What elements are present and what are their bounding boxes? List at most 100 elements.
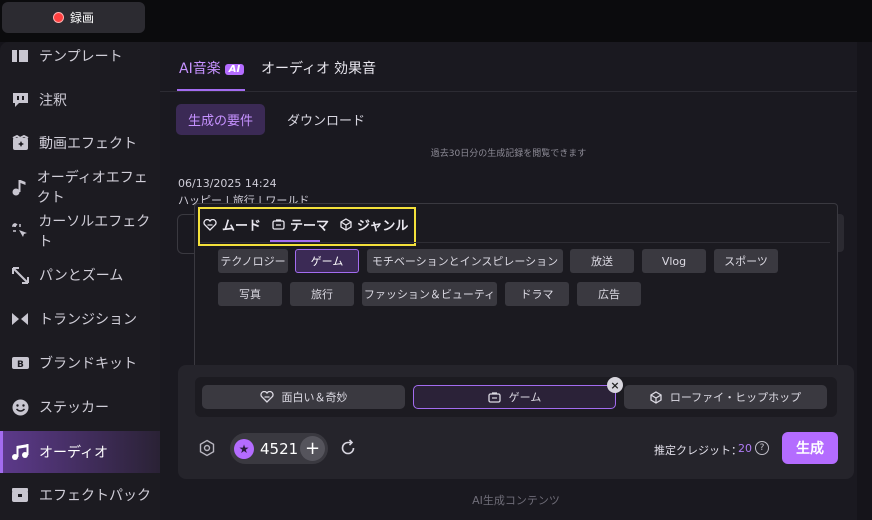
sidebar-item-label: エフェクトパック — [39, 488, 151, 504]
sidebar-item-label: テンプレート — [39, 49, 123, 65]
chip-fashion-beauty[interactable]: ファッション＆ビューティ — [362, 282, 497, 306]
chip-vlog[interactable]: Vlog — [642, 249, 706, 273]
mood-icon — [259, 391, 274, 403]
category-tab-label: ジャンル — [357, 219, 409, 234]
sidebar-item-label: トランジション — [39, 312, 137, 328]
sidebar-item-label: オーディオエフェクト — [36, 170, 148, 206]
chip-label: 写真 — [239, 288, 261, 301]
slot-close-button[interactable]: × — [607, 377, 623, 393]
help-icon[interactable]: ? — [755, 441, 769, 455]
slot-label: ゲーム — [508, 391, 542, 404]
record-icon — [52, 12, 64, 23]
chip-broadcast[interactable]: 放送 — [570, 249, 634, 273]
chip-sports[interactable]: スポーツ — [714, 249, 778, 273]
sidebar-item-effect-pack[interactable]: エフェクトパック — [0, 474, 160, 516]
cursor-sparkle-icon — [10, 221, 29, 241]
category-tab-label: ムード — [222, 219, 262, 234]
chip-photo[interactable]: 写真 — [218, 282, 282, 306]
sidebar-item-label: ブランドキット — [39, 356, 137, 372]
sidebar-item-label: ステッカー — [39, 400, 109, 416]
sidebar-item-audio-effect[interactable]: オーディオエフェクト — [0, 166, 160, 208]
slot-label: ローファイ・ヒップホップ — [669, 391, 802, 404]
chip-label: 放送 — [591, 255, 613, 268]
audio-icon — [10, 442, 30, 462]
credit-count: 4521 — [260, 439, 299, 458]
annotation-icon — [10, 90, 30, 110]
chip-label: テクノロジー — [220, 255, 286, 268]
chip-game[interactable]: ゲーム — [295, 249, 359, 273]
theme-icon — [488, 391, 501, 403]
slot-theme[interactable]: ゲーム — [413, 385, 616, 409]
sidebar-item-sticker[interactable]: ステッカー — [0, 386, 160, 428]
sidebar-item-label: カーソルエフェクト — [38, 214, 151, 250]
mood-icon — [203, 218, 217, 231]
category-tab-theme[interactable]: テーマ — [272, 215, 329, 234]
history-note: 過去30日分の生成記録を閲覧できます — [430, 149, 587, 159]
chip-label: モチベーションとインスピレーション — [371, 255, 559, 268]
chip-label: ファッション＆ビューティ — [363, 288, 496, 301]
sidebar-item-label: 注釈 — [39, 93, 67, 109]
sidebar-item-brand-kit[interactable]: B ブランドキット — [0, 342, 160, 384]
chip-travel[interactable]: 旅行 — [290, 282, 354, 306]
estimated-credits-value: 20 — [738, 442, 752, 455]
chip-drama[interactable]: ドラマ — [505, 282, 569, 306]
category-tab-mood[interactable]: ムード — [203, 215, 261, 234]
refresh-icon[interactable] — [339, 439, 357, 457]
slot-genre[interactable]: ローファイ・ヒップホップ — [624, 385, 827, 409]
sidebar-item-cursor-effect[interactable]: カーソルエフェクト — [0, 210, 160, 252]
subtab-label: ダウンロード — [287, 114, 366, 129]
sidebar-item-label: パンとズーム — [39, 268, 124, 284]
sidebar-item-pan-zoom[interactable]: パンとズーム — [0, 254, 160, 296]
tab-audio[interactable]: オーディオ — [261, 58, 330, 78]
video-effect-icon — [10, 133, 30, 153]
subtab-download[interactable]: ダウンロード — [275, 104, 377, 135]
tab-label: AI音楽 — [179, 61, 221, 77]
estimated-credits-label: 推定クレジット： — [654, 444, 742, 457]
add-credits-button[interactable]: + — [300, 436, 325, 461]
window-edge — [857, 42, 872, 520]
credit-star-icon: ★ — [234, 438, 254, 459]
sidebar-item-template[interactable]: テンプレート — [0, 42, 160, 77]
tab-label: オーディオ — [261, 61, 331, 77]
subtab-requirements[interactable]: 生成の要件 — [176, 104, 266, 135]
chip-advertising[interactable]: 広告 — [577, 282, 641, 306]
tab-divider — [160, 91, 857, 92]
tab-ai-music[interactable]: AI音楽 AI — [179, 58, 245, 78]
generate-button[interactable]: 生成 — [782, 432, 838, 464]
ai-content-note: AI生成コンテンツ — [472, 494, 560, 507]
record-button[interactable]: 録画 — [2, 2, 145, 33]
subtab-label: 生成の要件 — [188, 114, 254, 129]
music-note-icon — [10, 177, 28, 197]
top-bar: 録画 — [0, 0, 872, 42]
sticker-icon — [10, 397, 30, 417]
genre-icon — [340, 218, 352, 231]
sidebar-item-transition[interactable]: トランジション — [0, 298, 160, 340]
credit-balance: ★ 4521 + — [230, 433, 328, 464]
sidebar-item-label: 動画エフェクト — [39, 136, 137, 152]
settings-icon[interactable] — [198, 439, 216, 457]
chip-label: スポーツ — [724, 255, 768, 268]
record-label: 録画 — [69, 11, 94, 25]
pan-zoom-icon — [10, 265, 30, 285]
sidebar-item-video-effect[interactable]: 動画エフェクト — [0, 122, 160, 164]
brand-kit-icon: B — [10, 353, 30, 373]
slot-label: 面白い＆奇妙 — [281, 391, 348, 404]
sidebar-item-label: オーディオ — [39, 445, 109, 461]
category-tab-label: テーマ — [290, 219, 330, 234]
chip-motivation[interactable]: モチベーションとインスピレーション — [367, 249, 563, 273]
tab-sound-effects[interactable]: 効果音 — [334, 58, 376, 78]
sidebar-item-audio[interactable]: オーディオ — [0, 431, 160, 473]
category-tab-genre[interactable]: ジャンル — [340, 215, 408, 234]
chip-technology[interactable]: テクノロジー — [218, 249, 288, 273]
template-icon — [10, 46, 30, 66]
chip-label: Vlog — [661, 254, 687, 268]
slot-mood[interactable]: 面白い＆奇妙 — [202, 385, 405, 409]
category-divider — [200, 242, 830, 243]
svg-text:B: B — [17, 360, 24, 370]
chip-label: 旅行 — [311, 288, 333, 301]
sidebar-item-annotation[interactable]: 注釈 — [0, 79, 160, 121]
sidebar: テンプレート 注釈 動画エフェクト オーディオエフェクト カーソルエフェクト パ… — [0, 42, 160, 520]
history-entry-date: 06/13/2025 14:24 — [178, 177, 277, 190]
chip-label: ゲーム — [310, 255, 344, 268]
chip-label: 広告 — [598, 288, 620, 301]
